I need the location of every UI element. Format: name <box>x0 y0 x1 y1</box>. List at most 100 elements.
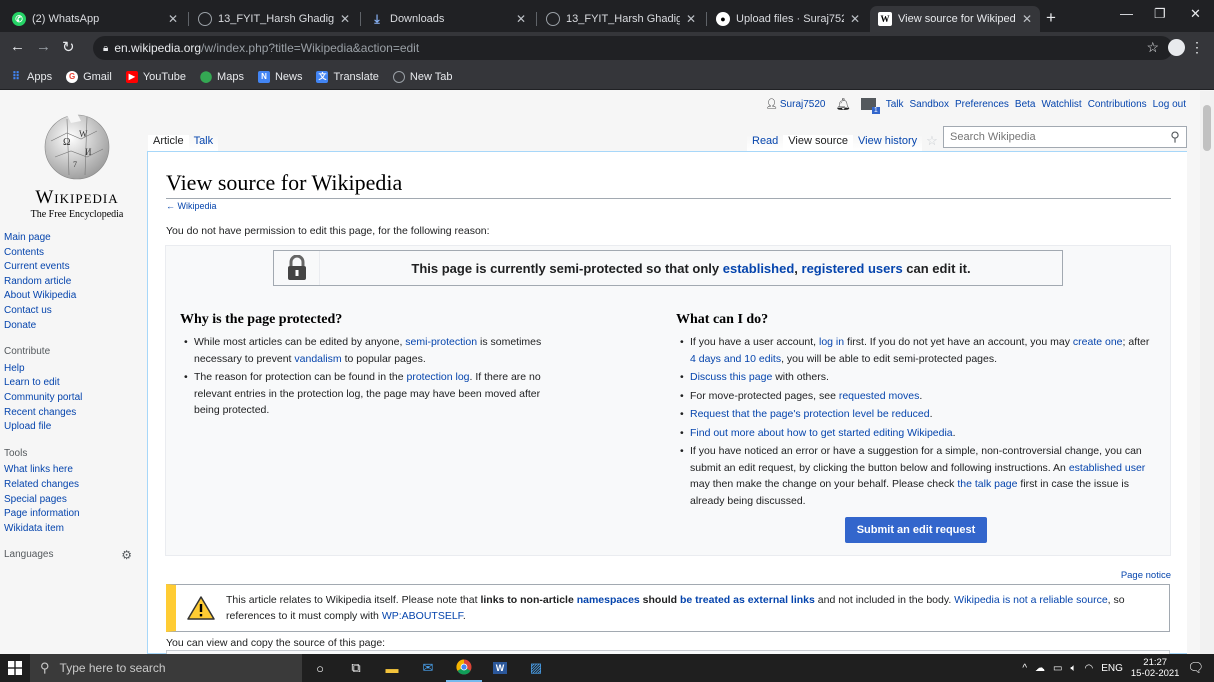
page-notice-link[interactable]: Page notice <box>1121 570 1171 581</box>
sandbox-link[interactable]: Sandbox <box>910 99 949 110</box>
sidebar-item-contact[interactable]: Contact us <box>4 304 144 319</box>
not-reliable-source-link[interactable]: Wikipedia is not a reliable source <box>954 594 1108 606</box>
semi-protection-link[interactable]: semi-protection <box>405 336 477 348</box>
taskbar-search-box[interactable]: ⚲ Type here to search <box>30 654 302 682</box>
autoconfirmed-link[interactable]: 4 days and 10 edits <box>690 353 781 365</box>
bookmark-apps[interactable]: ⠿ Apps <box>10 71 52 84</box>
sidebar-item-page-information[interactable]: Page information <box>4 507 144 522</box>
new-tab-icon[interactable]: + <box>1046 8 1056 28</box>
close-window-icon[interactable]: ✕ <box>1190 6 1201 22</box>
tab-downloads[interactable]: ⤓ Downloads ✕ <box>362 6 534 32</box>
minimize-icon[interactable]: — <box>1120 6 1133 21</box>
requested-moves-link[interactable]: requested moves <box>839 390 920 402</box>
battery-icon[interactable]: ▭ <box>1053 663 1062 674</box>
preferences-link[interactable]: Preferences <box>955 99 1009 110</box>
language-indicator[interactable]: ENG <box>1101 663 1123 674</box>
tab-talk[interactable]: Talk <box>188 135 219 151</box>
sidebar-item-current-events[interactable]: Current events <box>4 260 144 275</box>
close-tab-icon[interactable]: ✕ <box>850 12 860 26</box>
contributions-link[interactable]: Contributions <box>1088 99 1147 110</box>
tab-harsh-1[interactable]: 13_FYIT_Harsh Ghadigaonkar ✕ <box>190 6 358 32</box>
tab-article[interactable]: Article <box>148 135 189 151</box>
registered-users-link[interactable]: registered users <box>802 261 903 276</box>
tab-whatsapp[interactable]: ✆ (2) WhatsApp ✕ <box>4 6 186 32</box>
beta-link[interactable]: Beta <box>1015 99 1036 110</box>
chrome-icon[interactable] <box>446 654 482 682</box>
back-arrow-icon[interactable]: ← <box>10 38 25 55</box>
scrollbar-thumb[interactable] <box>1203 105 1211 151</box>
close-tab-icon[interactable]: ✕ <box>168 12 178 26</box>
namespaces-link[interactable]: namespaces <box>577 594 640 606</box>
sidebar-item-wikidata-item[interactable]: Wikidata item <box>4 522 144 537</box>
sidebar-item-what-links-here[interactable]: What links here <box>4 463 144 478</box>
bookmark-gmail[interactable]: G Gmail <box>66 70 112 83</box>
talk-link[interactable]: Talk <box>886 99 904 110</box>
chevron-up-icon[interactable]: ^ <box>1022 663 1027 674</box>
protection-log-link[interactable]: protection log <box>406 371 469 383</box>
address-bar[interactable]: 🔒︎ en.wikipedia.org/w/index.php?title=Wi… <box>93 36 1173 60</box>
log-in-link[interactable]: log in <box>819 336 844 348</box>
gear-icon[interactable]: ⚙ <box>121 548 132 563</box>
close-tab-icon[interactable]: ✕ <box>686 12 696 26</box>
sidebar-item-random-article[interactable]: Random article <box>4 275 144 290</box>
external-links-link[interactable]: be treated as external links <box>680 594 815 606</box>
talk-page-link[interactable]: the talk page <box>957 478 1017 490</box>
profile-avatar-icon[interactable] <box>1168 39 1185 56</box>
logout-link[interactable]: Log out <box>1153 99 1186 110</box>
discuss-page-link[interactable]: Discuss this page <box>690 371 772 383</box>
tab-harsh-2[interactable]: 13_FYIT_Harsh Ghadigaonkar ✕ <box>538 6 704 32</box>
get-started-link[interactable]: Find out more about how to get started e… <box>690 427 953 439</box>
sidebar-item-special-pages[interactable]: Special pages <box>4 493 144 508</box>
sidebar-item-recent-changes[interactable]: Recent changes <box>4 406 144 421</box>
wp-aboutself-link[interactable]: WP:ABOUTSELF <box>382 610 463 622</box>
request-reduction-link[interactable]: Request that the page's protection level… <box>690 408 930 420</box>
sidebar-item-learn-to-edit[interactable]: Learn to edit <box>4 376 144 391</box>
tab-github-upload[interactable]: ● Upload files · Suraj7520/IT-1c ✕ <box>708 6 868 32</box>
bookmark-news[interactable]: N News <box>257 70 302 83</box>
close-tab-icon[interactable]: ✕ <box>1022 12 1032 26</box>
bookmark-star-icon[interactable]: ☆ <box>1146 39 1159 56</box>
wikipedia-logo[interactable]: Ω W И 7 Wikipedia The Free Encyclopedia <box>12 111 142 220</box>
sidebar-item-donate[interactable]: Donate <box>4 319 144 334</box>
tab-read[interactable]: Read <box>747 135 784 151</box>
onedrive-icon[interactable]: ☁ <box>1035 663 1045 674</box>
watchlist-link[interactable]: Watchlist <box>1042 99 1082 110</box>
established-user-link[interactable]: established user <box>1069 462 1145 474</box>
back-to-article-link[interactable]: ← Wikipedia <box>166 201 217 211</box>
submit-edit-request-button[interactable]: Submit an edit request <box>844 517 988 543</box>
bell-icon[interactable]: 🔔︎ <box>835 97 850 111</box>
sidebar-item-upload-file[interactable]: Upload file <box>4 420 144 435</box>
vandalism-link[interactable]: vandalism <box>294 353 341 365</box>
volume-icon[interactable]: 🔈︎ <box>1070 663 1076 674</box>
sidebar-item-main-page[interactable]: Main page <box>4 231 144 246</box>
mail-icon[interactable]: ✉ <box>410 654 446 682</box>
bookmark-youtube[interactable]: ▶ YouTube <box>125 70 186 83</box>
tab-view-history[interactable]: View history <box>853 135 923 151</box>
sidebar-item-community-portal[interactable]: Community portal <box>4 391 144 406</box>
sidebar-item-about[interactable]: About Wikipedia <box>4 289 144 304</box>
close-tab-icon[interactable]: ✕ <box>340 12 350 26</box>
create-account-link[interactable]: create one <box>1073 336 1123 348</box>
word-icon[interactable]: W <box>482 654 518 682</box>
wifi-icon[interactable]: ◠ <box>1084 663 1093 674</box>
photos-icon[interactable]: ▨ <box>518 654 554 682</box>
close-tab-icon[interactable]: ✕ <box>516 12 526 26</box>
windows-start-icon[interactable] <box>0 661 30 675</box>
restore-icon[interactable]: ❐ <box>1154 6 1166 22</box>
notification-center-icon[interactable]: 🗨︎ <box>1187 660 1204 676</box>
tab-wikipedia-view-source[interactable]: W View source for Wikipedia - W ✕ <box>870 6 1040 32</box>
kebab-menu-icon[interactable]: ⋮ <box>1190 39 1204 56</box>
notices-icon[interactable]: 1 <box>860 98 880 114</box>
search-icon[interactable]: ⚲ <box>1164 129 1186 145</box>
sidebar-item-contents[interactable]: Contents <box>4 246 144 261</box>
user-page-link[interactable]: Suraj7520 <box>780 99 826 110</box>
forward-arrow-icon[interactable]: → <box>36 38 51 55</box>
task-view-icon[interactable]: ⧉ <box>338 654 374 682</box>
bookmark-maps[interactable]: ⬤ Maps <box>200 71 244 84</box>
clock[interactable]: 21:27 15-02-2021 <box>1131 657 1180 679</box>
bookmark-translate[interactable]: 文 Translate <box>316 70 379 83</box>
established-link[interactable]: established <box>723 261 795 276</box>
bookmark-new-tab[interactable]: New Tab <box>392 70 453 83</box>
sidebar-item-help[interactable]: Help <box>4 362 144 377</box>
reload-icon[interactable]: ↻ <box>62 38 75 56</box>
